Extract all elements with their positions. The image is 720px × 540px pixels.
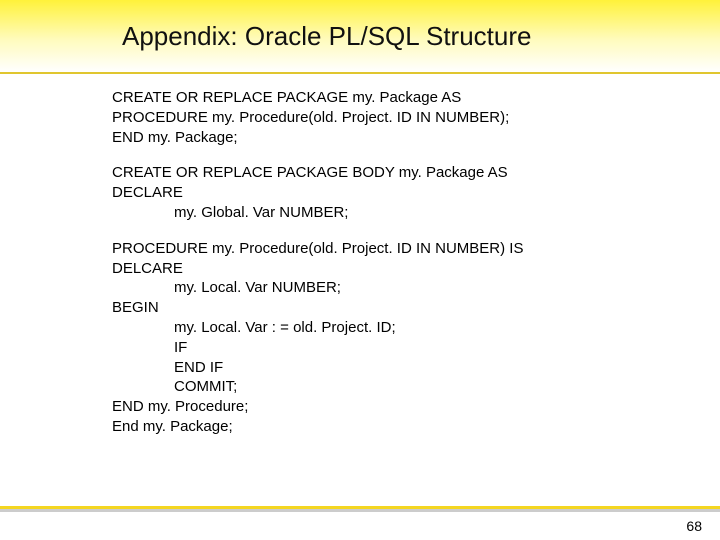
code-line: END my. Package; — [112, 128, 720, 148]
code-line: End my. Package; — [112, 417, 720, 437]
code-line: PROCEDURE my. Procedure(old. Project. ID… — [112, 239, 720, 259]
code-line: DECLARE — [112, 183, 720, 203]
footer-divider — [0, 506, 720, 512]
code-line: END IF — [174, 358, 720, 378]
code-line: END my. Procedure; — [112, 397, 720, 417]
code-line: my. Local. Var NUMBER; — [174, 278, 720, 298]
header-band: Appendix: Oracle PL/SQL Structure — [0, 0, 720, 74]
code-line: COMMIT; — [174, 377, 720, 397]
code-block-3: PROCEDURE my. Procedure(old. Project. ID… — [112, 239, 720, 437]
page-number: 68 — [686, 518, 702, 534]
code-line: CREATE OR REPLACE PACKAGE BODY my. Packa… — [112, 163, 720, 183]
code-line: CREATE OR REPLACE PACKAGE my. Package AS — [112, 88, 720, 108]
code-line: BEGIN — [112, 298, 720, 318]
code-content: CREATE OR REPLACE PACKAGE my. Package AS… — [0, 74, 720, 437]
code-line: DELCARE — [112, 259, 720, 279]
code-line: IF — [174, 338, 720, 358]
code-line: PROCEDURE my. Procedure(old. Project. ID… — [112, 108, 720, 128]
code-block-1: CREATE OR REPLACE PACKAGE my. Package AS… — [112, 88, 720, 147]
code-line: my. Local. Var : = old. Project. ID; — [174, 318, 720, 338]
code-block-2: CREATE OR REPLACE PACKAGE BODY my. Packa… — [112, 163, 720, 222]
code-line: my. Global. Var NUMBER; — [174, 203, 720, 223]
slide-title: Appendix: Oracle PL/SQL Structure — [122, 21, 531, 52]
